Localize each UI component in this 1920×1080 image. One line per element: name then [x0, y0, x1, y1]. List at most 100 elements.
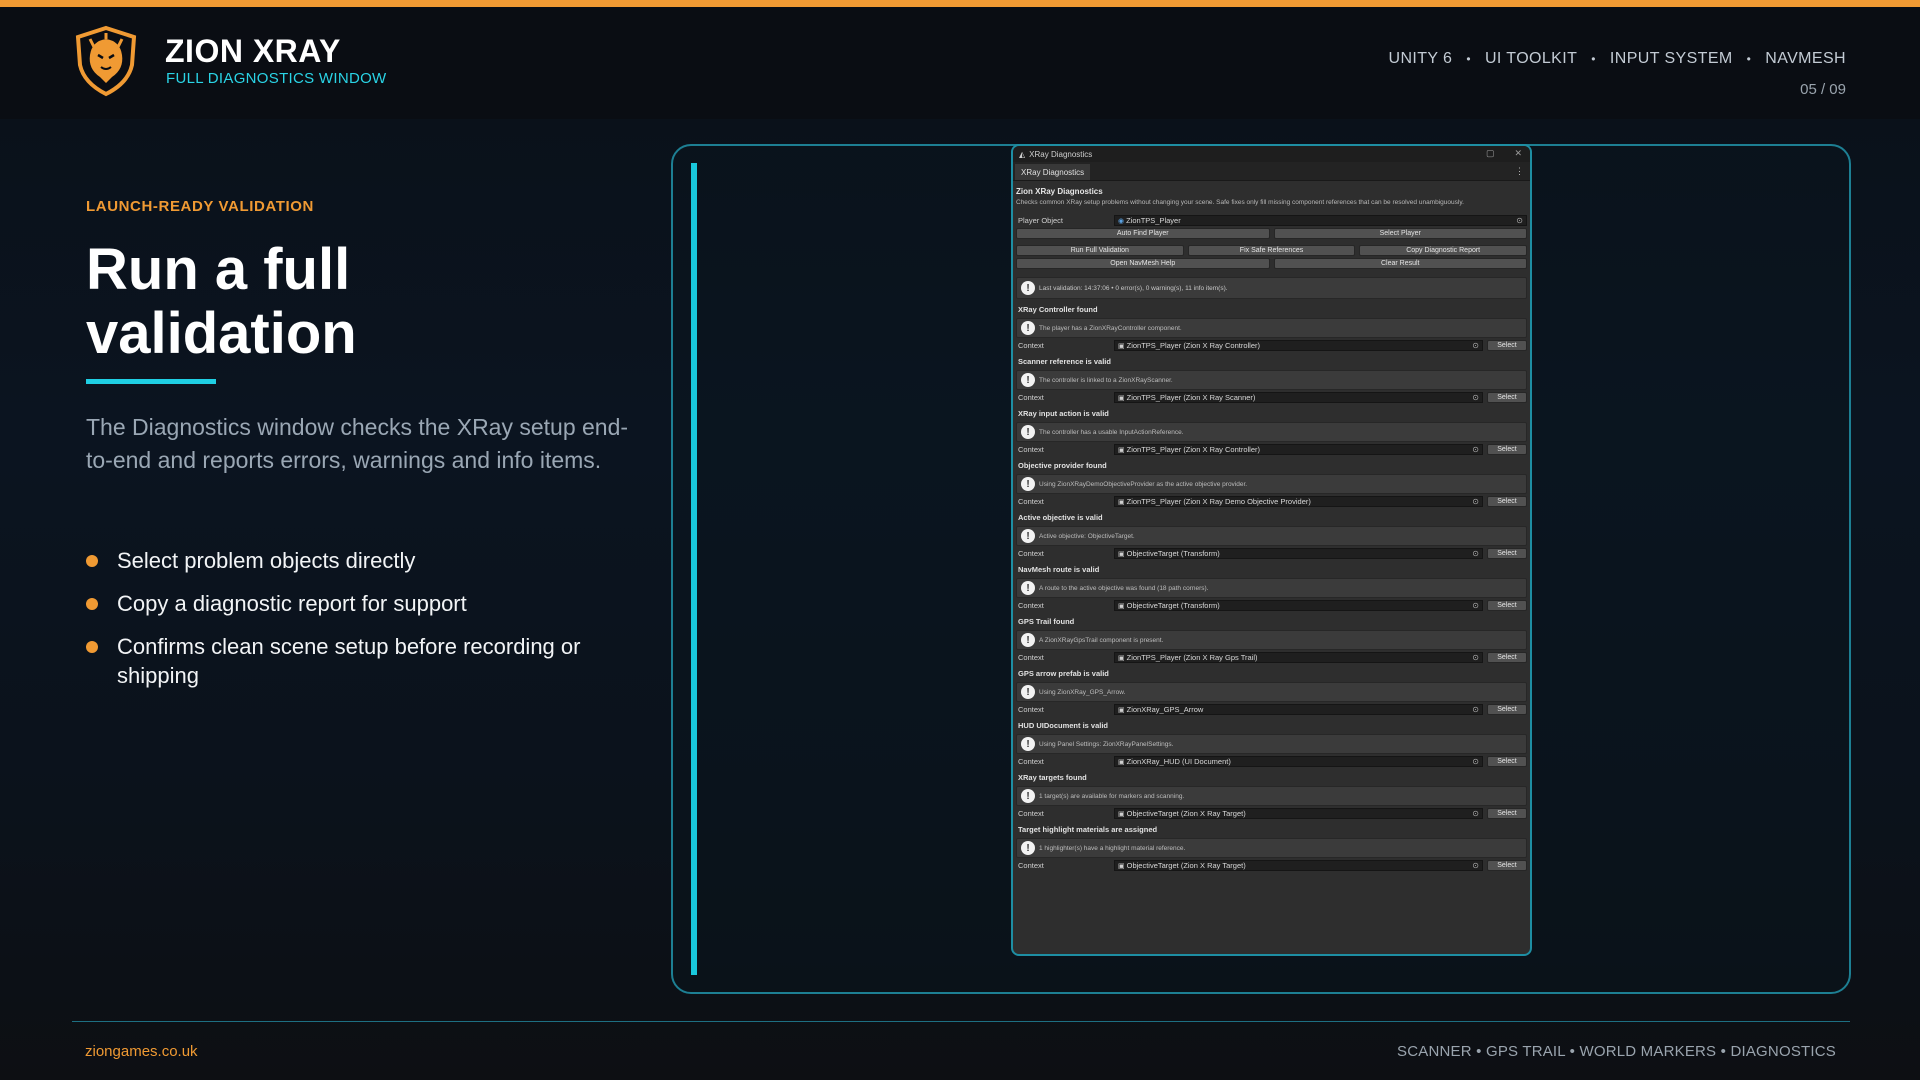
select-context-button[interactable]: Select [1487, 756, 1527, 767]
object-picker-icon[interactable]: ⊙ [1472, 341, 1479, 350]
context-object-field[interactable]: ▣ ObjectiveTarget (Zion X Ray Target) ⊙ [1114, 808, 1483, 819]
item-context-row: Context ▣ ZionTPS_Player (Zion X Ray Contr… [1016, 340, 1527, 351]
item-message-text: Using Panel Settings: ZionXRayPanelSetti… [1039, 740, 1174, 748]
context-object-field[interactable]: ▣ ObjectiveTarget (Transform) ⊙ [1114, 548, 1483, 559]
context-object-field[interactable]: ▣ ZionTPS_Player (Zion X Ray Gps Trail) ⊙ [1114, 652, 1483, 663]
context-object-field[interactable]: ▣ ObjectiveTarget (Zion X Ray Target) ⊙ [1114, 860, 1483, 871]
more-options-icon[interactable]: ⋮ [1515, 166, 1524, 177]
object-picker-icon[interactable]: ⊙ [1472, 861, 1479, 870]
tag-separator: • [1746, 52, 1752, 66]
context-label: Context [1018, 341, 1044, 350]
context-label: Context [1018, 705, 1044, 714]
header: ZION XRAY FULL DIAGNOSTICS WINDOW UNITY … [0, 7, 1920, 119]
validation-status-text: Last validation: 14:37:06 • 0 error(s), … [1039, 284, 1228, 292]
component-icon: ▣ [1118, 446, 1125, 454]
select-context-button[interactable]: Select [1487, 392, 1527, 403]
object-picker-icon[interactable]: ⊙ [1472, 549, 1479, 558]
item-title: Active objective is valid [1018, 513, 1103, 522]
footer-website-link[interactable]: ziongames.co.uk [85, 1043, 198, 1060]
diagnostic-item: XRay targets found! 1 target(s) are avail… [1016, 773, 1527, 819]
select-context-button[interactable]: Select [1487, 652, 1527, 663]
context-object-field[interactable]: ▣ ZionTPS_Player (Zion X Ray Scanner) ⊙ [1114, 392, 1483, 403]
select-context-button[interactable]: Select [1487, 860, 1527, 871]
auto-find-player-button[interactable]: Auto Find Player [1016, 228, 1270, 239]
select-context-button[interactable]: Select [1487, 704, 1527, 715]
brand-subtitle: FULL DIAGNOSTICS WINDOW [166, 70, 387, 87]
close-icon[interactable]: ✕ [1514, 148, 1522, 159]
bullet-dot-icon [86, 598, 98, 610]
diagnostic-item: Objective provider found! Using ZionXRayD… [1016, 461, 1527, 507]
diagnostic-item: NavMesh route is valid! A route to the ac… [1016, 565, 1527, 611]
bullet-item: Confirms clean scene setup before record… [86, 632, 646, 690]
copy-diagnostic-report-button[interactable]: Copy Diagnostic Report [1359, 245, 1528, 256]
context-label: Context [1018, 549, 1044, 558]
tag-separator: • [1591, 52, 1596, 66]
player-object-label: Player Object [1018, 216, 1064, 225]
select-context-button[interactable]: Select [1487, 340, 1527, 351]
context-object-field[interactable]: ▣ ZionTPS_Player (Zion X Ray Demo Objecti… [1114, 496, 1483, 507]
window-titlebar[interactable]: ◭ XRay Diagnostics ▢ ✕ [1013, 146, 1530, 162]
context-label: Context [1018, 653, 1044, 662]
context-object-field[interactable]: ▣ ZionXRay_GPS_Arrow ⊙ [1114, 704, 1483, 715]
run-full-validation-button[interactable]: Run Full Validation [1016, 245, 1184, 256]
player-object-field[interactable]: ◉ ZionTPS_Player ⊙ [1114, 215, 1527, 226]
item-message: ! 1 target(s) are available for markers a… [1016, 786, 1527, 806]
select-context-button[interactable]: Select [1487, 808, 1527, 819]
item-context-row: Context ▣ ZionXRay_GPS_Arrow ⊙ Select [1016, 704, 1527, 715]
select-context-button[interactable]: Select [1487, 600, 1527, 611]
headline: Run a full validation [86, 238, 606, 366]
context-object-field[interactable]: ▣ ObjectiveTarget (Transform) ⊙ [1114, 600, 1483, 611]
fix-safe-references-button[interactable]: Fix Safe References [1187, 245, 1356, 256]
info-icon: ! [1021, 789, 1035, 803]
open-navmesh-help-button[interactable]: Open NavMesh Help [1016, 258, 1270, 269]
bullet-dot-icon [86, 555, 98, 567]
bullet-item: Copy a diagnostic report for support [86, 589, 646, 618]
validation-status: ! Last validation: 14:37:06 • 0 error(s)… [1016, 277, 1527, 299]
object-picker-icon[interactable]: ⊙ [1472, 393, 1479, 402]
item-context-row: Context ▣ ZionTPS_Player (Zion X Ray Gps T… [1016, 652, 1527, 663]
select-context-button[interactable]: Select [1487, 496, 1527, 507]
context-label: Context [1018, 757, 1044, 766]
object-picker-icon[interactable]: ⊙ [1472, 497, 1479, 506]
context-object-value: ZionTPS_Player (Zion X Ray Demo Objectiv… [1126, 497, 1311, 506]
select-context-button[interactable]: Select [1487, 548, 1527, 559]
select-player-button[interactable]: Select Player [1273, 228, 1527, 239]
object-picker-icon[interactable]: ⊙ [1472, 445, 1479, 454]
object-picker-icon[interactable]: ⊙ [1472, 653, 1479, 662]
info-icon: ! [1021, 685, 1035, 699]
object-picker-icon[interactable]: ⊙ [1472, 757, 1479, 766]
bullet-text: Confirms clean scene setup before record… [117, 634, 581, 688]
context-object-value: ZionTPS_Player (Zion X Ray Controller) [1126, 341, 1261, 350]
context-object-field[interactable]: ▣ ZionTPS_Player (Zion X Ray Controller) ⊙ [1114, 340, 1483, 351]
diagnostic-items: XRay Controller found! The player has a Z… [1016, 305, 1527, 871]
clear-result-button[interactable]: Clear Result [1273, 258, 1527, 269]
window-body: Zion XRay Diagnostics Checks common XRay… [1013, 181, 1530, 881]
item-message: ! The player has a ZionXRayController com… [1016, 318, 1527, 338]
footer-divider [72, 1021, 1850, 1022]
component-icon: ▣ [1118, 758, 1125, 766]
player-object-row: Player Object ◉ ZionTPS_Player ⊙ [1016, 214, 1527, 227]
object-picker-icon[interactable]: ⊙ [1516, 216, 1523, 225]
context-object-field[interactable]: ▣ ZionXRay_HUD (UI Document) ⊙ [1114, 756, 1483, 767]
object-picker-icon[interactable]: ⊙ [1472, 705, 1479, 714]
tab-xray-diagnostics[interactable]: XRay Diagnostics [1015, 164, 1091, 180]
diagnostic-item: GPS arrow prefab is valid! Using ZionXRay… [1016, 669, 1527, 715]
context-label: Context [1018, 601, 1044, 610]
item-context-row: Context ▣ ZionTPS_Player (Zion X Ray Scann… [1016, 392, 1527, 403]
object-picker-icon[interactable]: ⊙ [1472, 601, 1479, 610]
info-icon: ! [1021, 581, 1035, 595]
item-context-row: Context ▣ ObjectiveTarget (Zion X Ray Targ… [1016, 808, 1527, 819]
diagnostics-window: ◭ XRay Diagnostics ▢ ✕ XRay Diagnostics … [1011, 144, 1532, 956]
bullet-item: Select problem objects directly [86, 546, 646, 575]
select-context-button[interactable]: Select [1487, 444, 1527, 455]
bullet-text: Select problem objects directly [117, 548, 416, 573]
item-message: ! The controller has a usable InputAction… [1016, 422, 1527, 442]
headline-line-1: Run a full [86, 237, 351, 302]
context-object-field[interactable]: ▣ ZionTPS_Player (Zion X Ray Controller) ⊙ [1114, 444, 1483, 455]
tag-separator: • [1466, 52, 1471, 66]
player-buttons-row: Auto Find Player Select Player [1016, 228, 1527, 239]
item-message-text: A route to the active objective was foun… [1039, 584, 1209, 592]
maximize-icon[interactable]: ▢ [1486, 148, 1495, 159]
object-picker-icon[interactable]: ⊙ [1472, 809, 1479, 818]
item-message-text: The player has a ZionXRayController comp… [1039, 324, 1182, 332]
